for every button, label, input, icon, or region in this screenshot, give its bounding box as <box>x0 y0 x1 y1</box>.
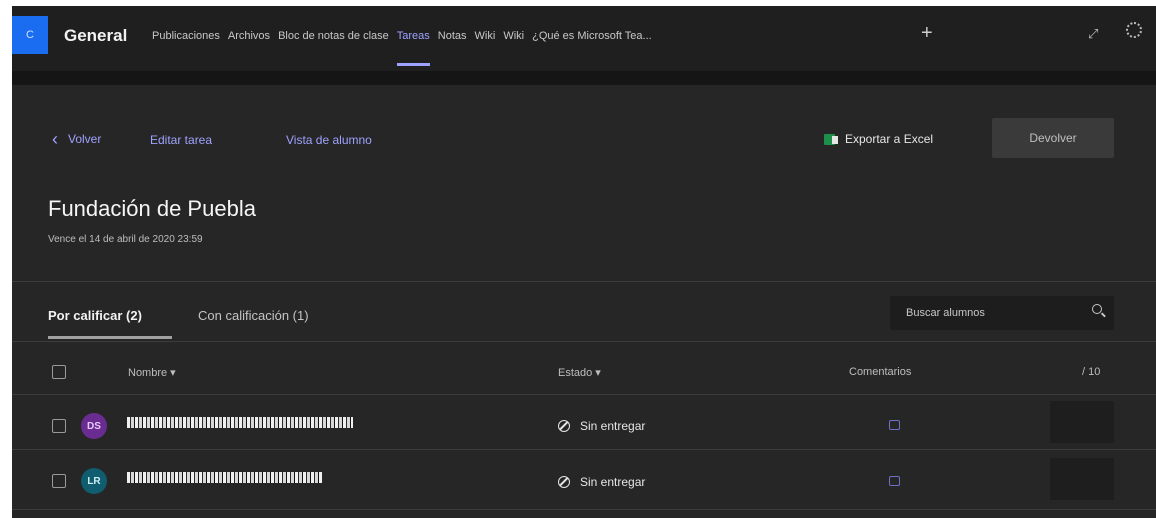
search-placeholder: Buscar alumnos <box>906 307 985 319</box>
teams-window: C General Publicaciones Archivos Bloc de… <box>12 6 1156 518</box>
column-header-name[interactable]: Nombre ▾ <box>128 366 176 379</box>
chevron-left-icon: ‹ <box>52 129 58 149</box>
status-label: Sin entregar <box>580 419 646 433</box>
tab-to-grade[interactable]: Por calificar (2) <box>48 308 142 323</box>
not-submitted-icon <box>558 476 570 488</box>
column-header-status[interactable]: Estado ▾ <box>558 366 601 379</box>
channel-tabs: Publicaciones Archivos Bloc de notas de … <box>152 30 660 70</box>
avatar: LR <box>81 468 107 494</box>
channel-header: C General Publicaciones Archivos Bloc de… <box>12 6 1156 71</box>
back-button[interactable]: ‹ Volver <box>52 129 102 149</box>
select-all-checkbox[interactable] <box>52 365 66 379</box>
return-button[interactable]: Devolver <box>992 118 1114 158</box>
column-header-comments: Comentarios <box>849 366 912 378</box>
search-students-input[interactable]: Buscar alumnos <box>890 296 1114 330</box>
comment-icon[interactable] <box>889 420 900 430</box>
refresh-icon[interactable] <box>1126 22 1142 38</box>
comment-icon[interactable] <box>889 476 900 486</box>
tab-tareas[interactable]: Tareas <box>396 30 430 70</box>
row-divider <box>12 449 1156 450</box>
student-name-redacted[interactable] <box>127 417 353 428</box>
back-label: Volver <box>68 132 102 146</box>
due-date: Vence el 14 de abril de 2020 23:59 <box>48 234 203 245</box>
add-tab-plus-icon[interactable]: + <box>921 22 933 45</box>
tab-notas[interactable]: Notas <box>438 30 467 70</box>
assignment-title: Fundación de Puebla <box>48 196 256 221</box>
edit-assignment-link[interactable]: Editar tarea <box>150 133 212 147</box>
tab-wiki-2[interactable]: Wiki <box>503 30 524 70</box>
divider <box>12 281 1156 282</box>
tab-bloc-de-notas[interactable]: Bloc de notas de clase <box>278 30 389 70</box>
tab-publicaciones[interactable]: Publicaciones <box>152 30 220 70</box>
avatar: DS <box>81 413 107 439</box>
team-avatar[interactable]: C <box>12 16 48 54</box>
student-view-link[interactable]: Vista de alumno <box>286 133 372 147</box>
status-label: Sin entregar <box>580 475 646 489</box>
active-tab-indicator <box>48 336 172 339</box>
tab-que-es-teams[interactable]: ¿Qué es Microsoft Tea... <box>532 30 652 70</box>
not-submitted-icon <box>558 420 570 432</box>
export-excel-button[interactable]: Exportar a Excel <box>824 132 933 146</box>
grade-input[interactable] <box>1050 401 1114 443</box>
student-name-redacted[interactable] <box>127 472 323 483</box>
grade-input[interactable] <box>1050 458 1114 500</box>
status-cell: Sin entregar <box>558 475 645 489</box>
status-cell: Sin entregar <box>558 419 645 433</box>
tab-wiki-1[interactable]: Wiki <box>475 30 496 70</box>
header-divider <box>12 71 1156 85</box>
tab-graded[interactable]: Con calificación (1) <box>198 308 309 323</box>
row-divider <box>12 509 1156 510</box>
divider <box>12 341 1156 342</box>
column-header-points: / 10 <box>1082 366 1101 378</box>
row-checkbox[interactable] <box>52 419 66 433</box>
search-icon[interactable] <box>1092 304 1102 314</box>
row-divider <box>12 394 1156 395</box>
tab-archivos[interactable]: Archivos <box>228 30 270 70</box>
excel-icon <box>824 133 838 145</box>
export-excel-label: Exportar a Excel <box>845 132 934 146</box>
row-checkbox[interactable] <box>52 474 66 488</box>
expand-icon[interactable]: ⤢ <box>1088 26 1098 42</box>
channel-title: General <box>64 26 128 45</box>
